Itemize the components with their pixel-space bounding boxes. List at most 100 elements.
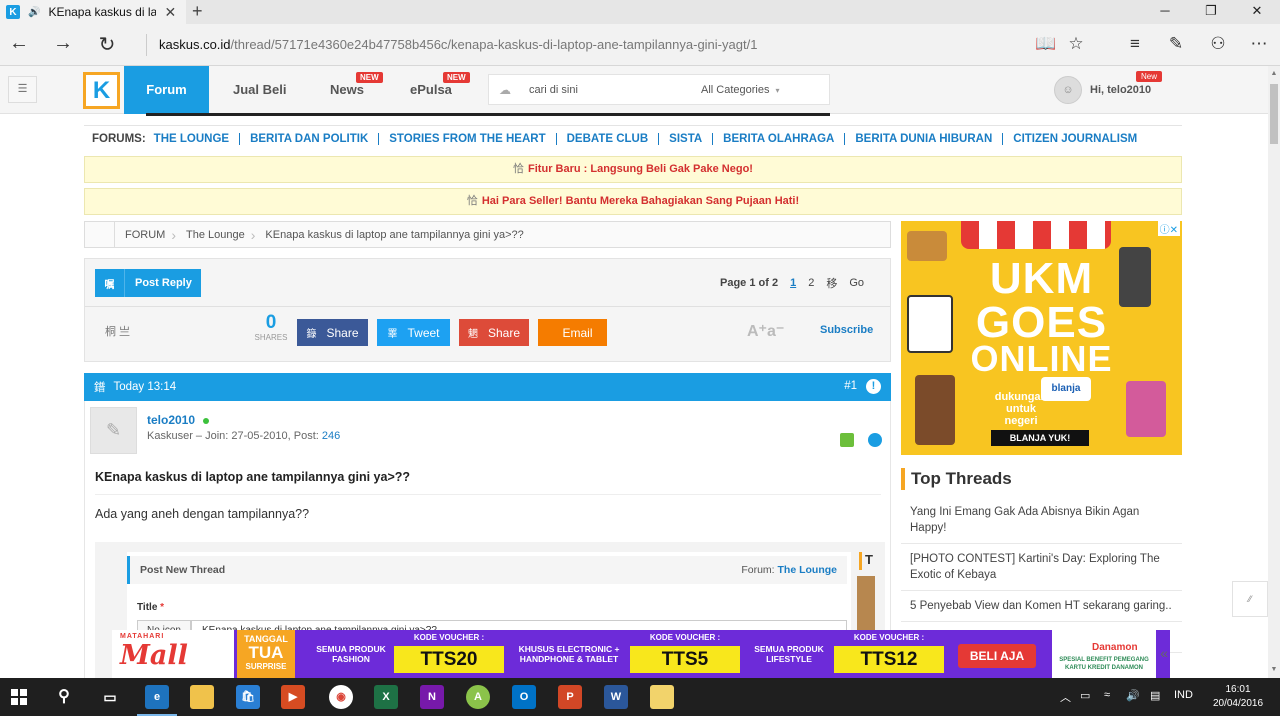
favorite-star-icon[interactable]: ☆: [1061, 34, 1091, 54]
reputation-icon[interactable]: [840, 433, 854, 447]
forum-link[interactable]: CITIZEN JOURNALISM: [1002, 132, 1147, 145]
ad-info-icon[interactable]: ⓘ✕: [1157, 221, 1180, 236]
volume-icon[interactable]: 🔊: [1126, 689, 1140, 702]
share-count: 0 SHARES: [254, 312, 288, 343]
notice-banner[interactable]: 恰 Fitur Baru : Langsung Beli Gak Pake Neg…: [84, 156, 1182, 183]
pagination: Page 1 of 2 1 2 移 Go: [720, 275, 864, 291]
page-link[interactable]: 2: [808, 277, 814, 289]
more-icon[interactable]: ⋯: [1244, 34, 1274, 54]
post-number[interactable]: #1: [844, 380, 857, 392]
hub-icon[interactable]: ≡: [1120, 34, 1150, 54]
go-button[interactable]: Go: [849, 277, 864, 289]
page-scrollbar[interactable]: ▲ ▼: [1268, 66, 1280, 678]
twitter-tweet-button[interactable]: 睪 Tweet: [377, 319, 450, 346]
web-note-icon[interactable]: ✎: [1161, 34, 1191, 54]
notice-text: Hai Para Seller! Bantu Mereka Bahagiakan…: [481, 195, 800, 207]
nav-forum[interactable]: Forum: [124, 66, 209, 114]
nav-jual-beli[interactable]: Jual Beli: [233, 66, 286, 114]
post-count[interactable]: 246: [322, 430, 340, 442]
kaskus-logo[interactable]: K: [83, 72, 120, 109]
notifications-icon[interactable]: ▤: [1150, 689, 1160, 702]
wifi-icon[interactable]: ≈: [1104, 689, 1110, 701]
file-explorer-icon[interactable]: [190, 685, 214, 709]
task-view-icon[interactable]: ▭: [98, 685, 122, 709]
subscribe-link[interactable]: Subscribe: [820, 324, 873, 336]
poster-avatar[interactable]: ✎: [90, 407, 137, 454]
thread-tools-icon[interactable]: 桐 亗: [105, 323, 130, 339]
blanja-cta-button[interactable]: BLANJA YUK!: [991, 430, 1089, 446]
post-reply-button[interactable]: 嘱 Post Reply: [95, 269, 201, 297]
share-icon[interactable]: ⚇: [1203, 34, 1233, 54]
android-studio-icon[interactable]: A: [466, 685, 490, 709]
search-icon[interactable]: ⚲: [52, 685, 76, 709]
poster-username[interactable]: telo2010: [147, 413, 210, 427]
refresh-icon[interactable]: ↻: [92, 32, 122, 57]
back-arrow-icon[interactable]: ←: [4, 32, 34, 55]
category-select[interactable]: All Categories ▾: [701, 84, 780, 96]
onenote-icon[interactable]: N: [420, 685, 444, 709]
forum-link[interactable]: BERITA DAN POLITIK: [239, 132, 378, 145]
url-field[interactable]: kaskus.co.id/thread/57171e4360e24b47758b…: [146, 34, 757, 56]
minimize-icon[interactable]: ─: [1142, 0, 1188, 24]
close-window-icon[interactable]: ✕: [1234, 0, 1280, 24]
collapse-arrow-icon[interactable]: «: [1160, 645, 1168, 661]
battery-icon[interactable]: ▭: [1080, 689, 1090, 702]
notice-icon: 恰: [513, 163, 525, 175]
forum-link[interactable]: BERITA DUNIA HIBURAN: [844, 132, 1002, 145]
font-size-toggle[interactable]: A⁺a⁻: [747, 321, 784, 341]
floating-toggle-button[interactable]: ⁄⁄: [1232, 581, 1268, 617]
input-language[interactable]: IND: [1174, 689, 1193, 701]
breadcrumb-item[interactable]: FORUM: [115, 229, 171, 241]
system-clock[interactable]: 16:01 20/04/2016: [1208, 683, 1268, 711]
reply-panel: 嘱 Post Reply Page 1 of 2 1 2 移 Go 桐 亗 0 …: [84, 258, 891, 362]
danamon-logo: Danamon SPESIAL BENEFIT PEMEGANG KARTU K…: [1052, 630, 1156, 678]
maximize-icon[interactable]: ❐: [1188, 0, 1234, 24]
breadcrumb-home[interactable]: [85, 222, 115, 247]
ukm-goes-online-ad[interactable]: UKM GOES ONLINE dukungan untuk negeri bl…: [901, 221, 1182, 455]
reading-view-icon[interactable]: 📖: [1031, 34, 1061, 54]
forum-link[interactable]: BERITA OLAHRAGA: [712, 132, 844, 145]
store-icon[interactable]: 🛍: [236, 685, 260, 709]
menu-icon[interactable]: ☰: [8, 76, 37, 103]
email-share-button[interactable]: Email: [538, 319, 607, 346]
list-item[interactable]: Yang Ini Emang Gak Ada Abisnya Bikin Aga…: [901, 497, 1182, 544]
scroll-down-icon[interactable]: ▼: [1268, 666, 1280, 673]
forum-link[interactable]: STORIES FROM THE HEART: [378, 132, 555, 145]
excel-icon[interactable]: X: [374, 685, 398, 709]
word-icon[interactable]: W: [604, 685, 628, 709]
voucher-label: KODE VOUCHER :: [649, 633, 721, 642]
scroll-up-icon[interactable]: ▲: [1268, 70, 1280, 77]
edge-browser-icon[interactable]: e: [145, 685, 169, 709]
show-hidden-icons-icon[interactable]: ︿: [1060, 689, 1071, 705]
bag-graphic: [1126, 381, 1166, 437]
scrollbar-thumb[interactable]: [1270, 84, 1278, 144]
forum-link[interactable]: DEBATE CLUB: [555, 132, 659, 145]
close-tab-icon[interactable]: ✕: [164, 4, 176, 21]
forum-link[interactable]: THE LOUNGE: [154, 133, 239, 145]
photos-icon[interactable]: [650, 685, 674, 709]
search-input[interactable]: [529, 81, 679, 99]
notice-banner[interactable]: 恰 Hai Para Seller! Bantu Mereka Bahagiaka…: [84, 188, 1182, 215]
speaker-icon[interactable]: 🔊: [28, 7, 40, 18]
report-alert-icon[interactable]: !: [866, 379, 881, 394]
page-link[interactable]: 1: [790, 277, 796, 289]
user-new-badge: New: [1136, 71, 1163, 82]
browser-tab[interactable]: K 🔊 KEnapa kaskus di lap ✕: [0, 0, 186, 24]
facebook-share-button[interactable]: 籙 Share: [297, 319, 368, 346]
outlook-icon[interactable]: O: [512, 685, 536, 709]
beli-aja-button[interactable]: BELI AJA: [958, 644, 1036, 668]
list-item[interactable]: [PHOTO CONTEST] Kartini's Day: Exploring…: [901, 544, 1182, 591]
forum-link[interactable]: SISTA: [658, 132, 712, 145]
matahari-mall-banner[interactable]: MATAHARI Mall TANGGAL TUA SURPRISE SEMUA…: [112, 630, 1170, 678]
next-page-icon[interactable]: 移: [826, 275, 837, 291]
list-item[interactable]: 5 Penyebab View dan Komen HT sekarang ga…: [901, 591, 1182, 622]
forward-arrow-icon[interactable]: →: [48, 32, 78, 55]
media-player-icon[interactable]: ▶: [281, 685, 305, 709]
chrome-icon[interactable]: ◉: [329, 685, 353, 709]
new-tab-icon[interactable]: +: [192, 0, 203, 22]
powerpoint-icon[interactable]: P: [558, 685, 582, 709]
google-share-button[interactable]: 魍 Share: [459, 319, 529, 346]
emoticon-icon[interactable]: [868, 433, 882, 447]
breadcrumb-item[interactable]: The Lounge: [176, 229, 251, 241]
windows-start-icon[interactable]: [11, 689, 27, 705]
